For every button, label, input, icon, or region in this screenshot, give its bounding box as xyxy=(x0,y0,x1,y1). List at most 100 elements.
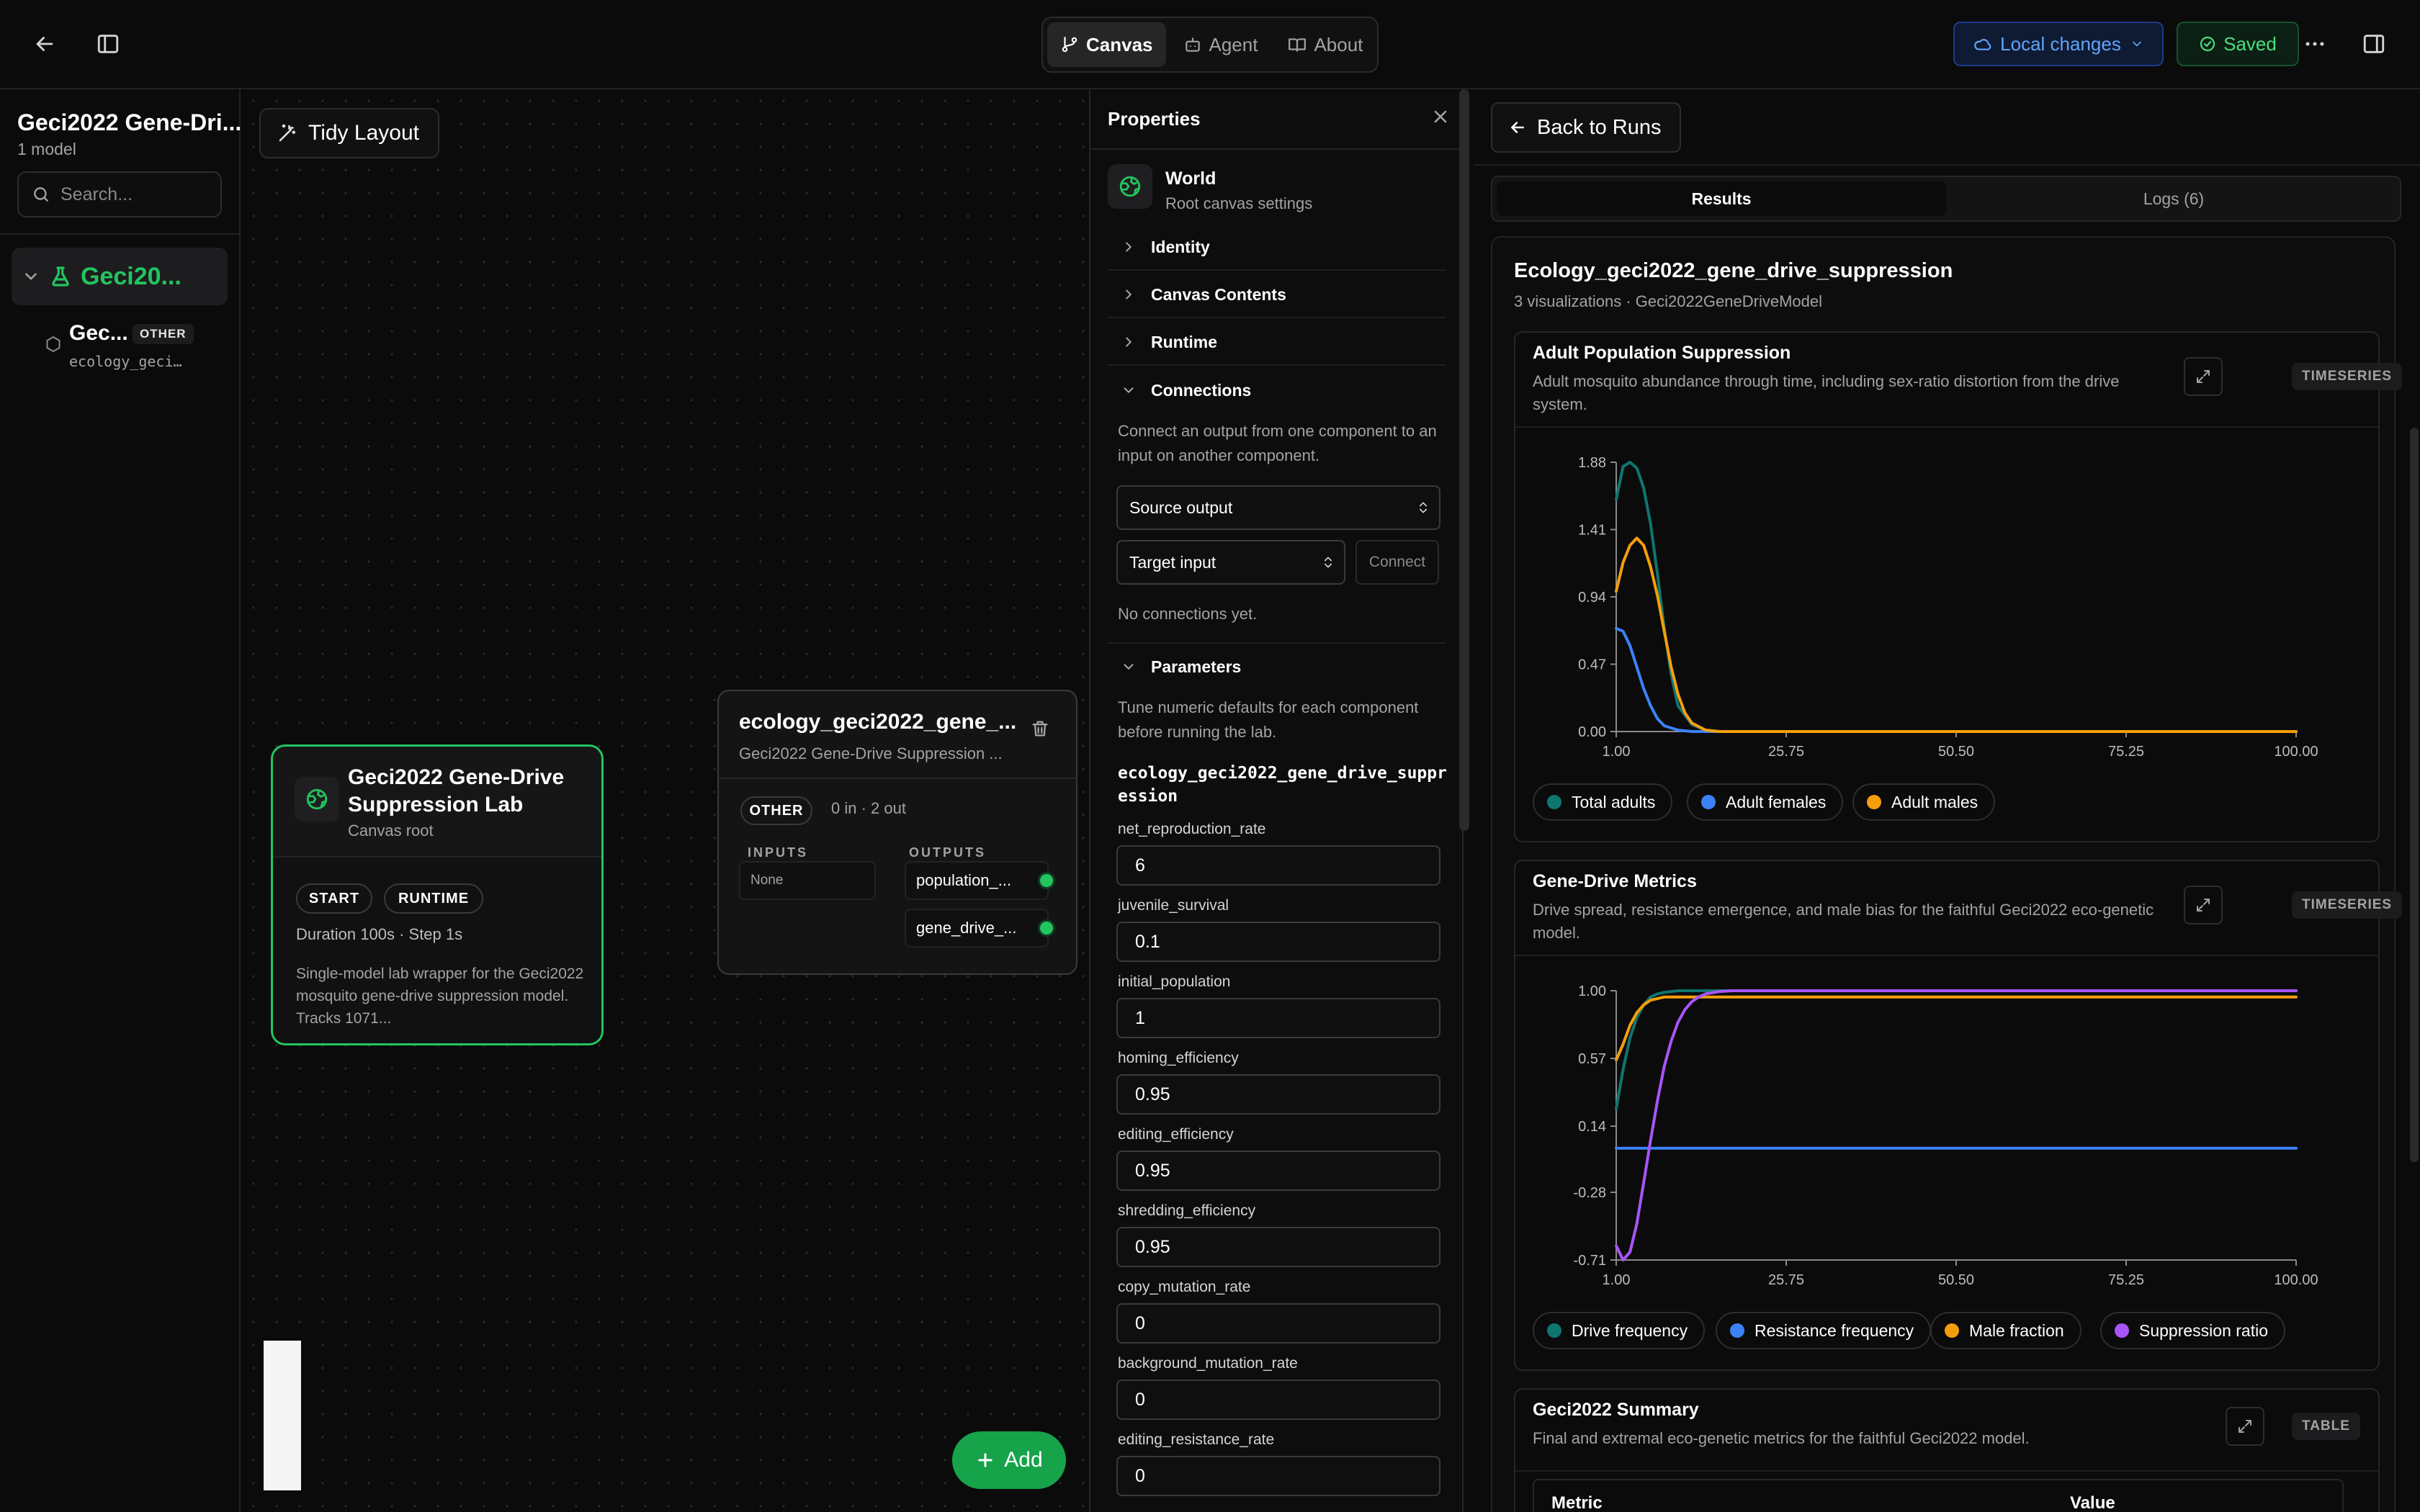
connect-button[interactable]: Connect xyxy=(1355,540,1439,585)
legend-item-total-adults[interactable]: Total adults xyxy=(1533,783,1673,821)
graph-canvas[interactable]: Tidy Layout Geci2022 Gene-Drive Suppress… xyxy=(242,89,1088,1512)
section-runtime[interactable]: Runtime xyxy=(1108,320,1446,366)
legend-item-male-fraction[interactable]: Male fraction xyxy=(1930,1312,2081,1349)
section-connections[interactable]: Connections xyxy=(1108,367,1446,413)
tab-canvas[interactable]: Canvas xyxy=(1047,22,1166,67)
viz-title: Adult Population Suppression xyxy=(1533,343,1791,363)
y-tick-label: 0.14 xyxy=(1578,1119,1606,1135)
lab-node-header: Geci2022 Gene-Drive Suppression Lab Canv… xyxy=(273,747,601,858)
series-line-male-fraction xyxy=(1615,995,2298,1062)
y-tick-label: 1.00 xyxy=(1578,984,1606,999)
y-tick-label: -0.71 xyxy=(1573,1253,1606,1269)
output-handle-population[interactable] xyxy=(1040,874,1053,887)
legend-item-adult-males[interactable]: Adult males xyxy=(1852,783,1996,821)
param-input-shredding-efficiency[interactable]: 0.95 xyxy=(1116,1227,1440,1267)
lab-root-node[interactable]: Geci2022 Gene-Drive Suppression Lab Canv… xyxy=(271,744,604,1045)
saved-status-badge: Saved xyxy=(2177,22,2299,66)
param-input-editing-efficiency[interactable]: 0.95 xyxy=(1116,1151,1440,1191)
x-tick-label: 1.00 xyxy=(1603,744,1631,757)
param-input-background-mutation-rate[interactable]: 0 xyxy=(1116,1380,1440,1420)
add-button[interactable]: Add xyxy=(952,1431,1066,1489)
param-input-copy-mutation-rate[interactable]: 0 xyxy=(1116,1303,1440,1344)
chevron-right-icon xyxy=(1126,337,1131,347)
section-canvas-contents[interactable]: Canvas Contents xyxy=(1108,272,1446,318)
section-identity[interactable]: Identity xyxy=(1108,225,1446,271)
output-port-population[interactable]: population_... xyxy=(905,861,1049,900)
lab-title: Geci2022 Gene-Dri... xyxy=(17,109,242,135)
expand-table-button[interactable] xyxy=(2226,1407,2264,1446)
tab-logs[interactable]: Logs (6) xyxy=(1950,181,2397,216)
more-options-button[interactable] xyxy=(2292,21,2338,67)
check-circle-icon xyxy=(2200,36,2215,52)
expand-chart-button[interactable] xyxy=(2184,357,2223,396)
param-input-homing-efficiency[interactable]: 0.95 xyxy=(1116,1074,1440,1115)
hexagon-icon xyxy=(46,336,60,353)
results-tabs: Results Logs (6) xyxy=(1491,176,2401,222)
legend-label: Suppression ratio xyxy=(2139,1320,2268,1340)
delete-node-button[interactable] xyxy=(1030,719,1050,742)
tidy-layout-button[interactable]: Tidy Layout xyxy=(259,108,439,158)
param-input-initial-population[interactable]: 1 xyxy=(1116,998,1440,1038)
expand-icon xyxy=(2238,1420,2251,1433)
back-to-runs-label: Back to Runs xyxy=(1537,115,1662,139)
magic-wand-icon xyxy=(279,124,296,142)
target-input-select[interactable]: Target input xyxy=(1116,540,1345,585)
legend-swatch xyxy=(1730,1323,1744,1338)
chevron-down-icon xyxy=(1124,387,1134,393)
tab-about[interactable]: About xyxy=(1275,22,1376,67)
back-to-runs-button[interactable]: Back to Runs xyxy=(1491,102,1681,153)
mode-tabs: Canvas Agent About xyxy=(1041,17,1379,73)
legend-item-drive-frequency[interactable]: Drive frequency xyxy=(1533,1312,1706,1349)
legend-swatch xyxy=(1547,795,1561,809)
legend-label: Adult males xyxy=(1891,792,1978,811)
gene-drive-chart: -0.71 -0.28 0.14 0.57 1.00 1.00 25.75 50.50 75.2… xyxy=(1573,984,2318,1286)
world-subtitle: Root canvas settings xyxy=(1165,194,1313,212)
toggle-sidebar-button[interactable] xyxy=(85,21,131,67)
local-changes-dropdown[interactable]: Local changes xyxy=(1953,22,2164,66)
param-label: net_reproduction_rate xyxy=(1118,821,1266,837)
x-tick-label: 75.25 xyxy=(2108,1272,2144,1286)
toggle-right-panel-button[interactable] xyxy=(2351,21,2397,67)
local-changes-label: Local changes xyxy=(2000,32,2121,55)
sidebar-item-model[interactable]: Gec... OTHER ecology_geci… xyxy=(43,318,230,376)
viz-gene-drive-metrics: Gene-Drive Metrics Drive spread, resista… xyxy=(1514,860,2403,1371)
tab-agent[interactable]: Agent xyxy=(1170,22,1271,67)
param-label: copy_mutation_rate xyxy=(1118,1279,1251,1295)
results-title: Ecology_geci2022_gene_drive_suppression xyxy=(1514,259,1953,282)
legend-item-suppression-ratio[interactable]: Suppression ratio xyxy=(2100,1312,2285,1349)
search-icon xyxy=(34,187,48,202)
bot-icon xyxy=(1185,37,1200,52)
minimap[interactable] xyxy=(264,1341,301,1490)
sidebar-group-lab[interactable]: Geci20... xyxy=(12,248,228,305)
param-input-net-reproduction-rate[interactable]: 6 xyxy=(1116,845,1440,886)
world-title: World xyxy=(1165,168,1216,189)
back-arrow-button[interactable] xyxy=(22,21,68,67)
results-scrollbar[interactable] xyxy=(2410,428,2419,1162)
lab-node-subtitle: Canvas root xyxy=(348,822,434,840)
legend-swatch xyxy=(1867,795,1881,809)
close-properties-button[interactable] xyxy=(1430,107,1451,130)
cloud-icon xyxy=(1974,39,1991,50)
output-handle-gene-drive[interactable] xyxy=(1040,922,1053,935)
viz-adult-population: Adult Population Suppression Adult mosqu… xyxy=(1514,331,2403,842)
model-node[interactable]: ecology_geci2022_gene_... Geci2022 Gene-… xyxy=(717,690,1077,975)
param-input-editing-resistance-rate[interactable]: 0 xyxy=(1116,1456,1440,1496)
section-parameters[interactable]: Parameters xyxy=(1108,644,1446,690)
legend-item-adult-females[interactable]: Adult females xyxy=(1687,783,1844,821)
output-port-gene-drive[interactable]: gene_drive_... xyxy=(905,909,1049,948)
legend-item-resistance-frequency[interactable]: Resistance frequency xyxy=(1716,1312,1932,1349)
search-input[interactable]: Search... xyxy=(17,171,222,217)
summary-table-header: Metric Value xyxy=(1533,1479,2344,1512)
legend-label: Resistance frequency xyxy=(1754,1320,1914,1340)
properties-panel: Properties World Root canvas settings Id… xyxy=(1089,89,1464,1512)
flask-icon xyxy=(52,266,69,287)
expand-chart-button[interactable] xyxy=(2184,886,2223,924)
x-tick-label: 50.50 xyxy=(1938,744,1974,757)
source-output-select[interactable]: Source output xyxy=(1116,485,1440,530)
series-line-suppression-ratio xyxy=(1615,989,2298,1261)
properties-scrollbar[interactable] xyxy=(1459,89,1469,831)
param-input-juvenile-survival[interactable]: 0.1 xyxy=(1116,922,1440,962)
tab-results[interactable]: Results xyxy=(1497,181,1946,216)
viz-kind-badge: TABLE xyxy=(2292,1413,2360,1440)
inputs-none: None xyxy=(739,861,876,900)
